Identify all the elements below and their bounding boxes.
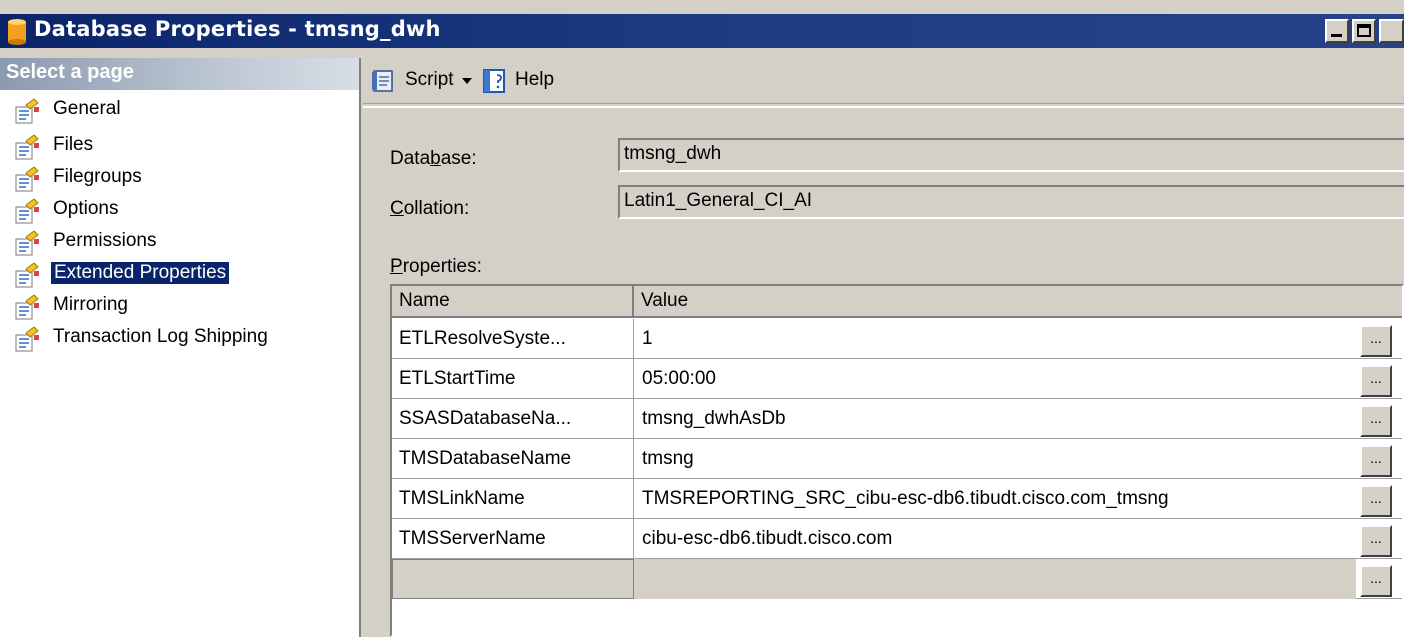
properties-page-icon [12,197,42,227]
maximize-button[interactable] [1352,19,1376,43]
properties-pane: Script Help Database: tmsng_dwh Collatio… [363,58,1404,637]
table-row[interactable]: TMSLinkName TMSREPORTING_SRC_cibu-esc-db6… [392,479,1402,519]
table-row[interactable]: TMSDatabaseName tmsng... [392,439,1402,479]
ellipsis-button[interactable]: ... [1360,565,1392,597]
table-row[interactable]: ETLResolveSyste... 1... [392,319,1402,359]
minimize-button[interactable] [1325,19,1349,43]
page-item-label: Mirroring [53,294,128,315]
ellipsis-button[interactable]: ... [1360,365,1392,397]
properties-page-icon [12,229,42,259]
ellipsis-button[interactable]: ... [1360,525,1392,557]
page-item-label: Files [53,134,94,155]
page-item-general[interactable]: General [0,94,359,128]
properties-page-icon [12,325,42,355]
database-field[interactable]: tmsng_dwh [618,138,1404,172]
grid-header: Name Value [392,286,1402,318]
extended-properties-grid: Name Value ETLResolveSyste... 1... ETLStar… [390,284,1404,637]
minimize-icon [1331,34,1342,37]
table-row[interactable]: TMSServerName cibu-esc-db6.tibudt.cisco.c… [392,519,1402,559]
page-item-label: Extended Properties [51,262,230,284]
page-item-filegroups[interactable]: Filegroups [0,162,359,196]
page-item-options[interactable]: Options [0,194,359,228]
collation-label: Collation: [390,198,470,219]
page-item-label: Filegroups [53,166,142,187]
help-button[interactable]: Help [481,64,591,98]
property-value-cell[interactable]: 05:00:00 [634,359,1356,399]
page-item-label: Options [53,198,119,219]
property-name-cell[interactable]: ETLStartTime [392,359,634,399]
column-header-value[interactable]: Value [634,286,1402,318]
page-item-label: Permissions [53,230,157,251]
properties-page-icon [12,165,42,195]
script-button[interactable]: Script [369,64,489,98]
chevron-down-icon[interactable] [462,78,472,86]
collation-field[interactable]: Latin1_General_CI_AI [618,185,1404,219]
property-name-cell[interactable]: TMSDatabaseName [392,439,634,479]
database-cylinder-icon [8,19,26,45]
select-page-pane: Select a page General Files Filegroups Opti… [0,58,361,637]
property-value-cell[interactable]: tmsng_dwhAsDb [634,399,1356,439]
title-bar[interactable]: Database Properties - tmsng_dwh [0,14,1404,48]
property-value-cell[interactable]: 1 [634,319,1356,359]
new-row[interactable]: ... [392,559,1402,599]
properties-label: Properties: [390,256,482,277]
help-book-icon [483,69,505,93]
page-item-mirroring[interactable]: Mirroring [0,290,359,324]
database-label: Database: [390,148,477,169]
property-name-cell[interactable]: ETLResolveSyste... [392,319,634,359]
toolbar-divider [363,106,1404,108]
ellipsis-button[interactable]: ... [1360,485,1392,517]
property-name-cell[interactable]: TMSServerName [392,519,634,559]
script-icon [372,70,393,92]
ellipsis-button[interactable]: ... [1360,405,1392,437]
new-row-name-cell[interactable] [392,559,634,599]
property-value-cell[interactable]: tmsng [634,439,1356,479]
select-page-header: Select a page [0,58,359,90]
ellipsis-button[interactable]: ... [1360,445,1392,477]
close-button[interactable] [1379,19,1404,43]
new-row-value-cell[interactable] [634,559,1356,599]
help-label: Help [515,69,555,90]
page-item-label: Transaction Log Shipping [53,326,268,347]
database-properties-window: Database Properties - tmsng_dwh Select a… [0,0,1404,637]
property-value-cell[interactable]: cibu-esc-db6.tibudt.cisco.com [634,519,1356,559]
properties-page-icon [12,97,42,127]
maximize-icon [1357,24,1371,37]
property-value-cell[interactable]: TMSREPORTING_SRC_cibu-esc-db6.tibudt.cis… [634,479,1356,519]
table-row[interactable]: ETLStartTime 05:00:00... [392,359,1402,399]
script-label: Script [405,69,454,90]
properties-page-icon [12,293,42,323]
property-name-cell[interactable]: TMSLinkName [392,479,634,519]
property-name-cell[interactable]: SSASDatabaseNa... [392,399,634,439]
page-item-permissions[interactable]: Permissions [0,226,359,260]
page-item-label: General [53,98,121,119]
toolbar: Script Help [363,58,1404,104]
window-title: Database Properties - tmsng_dwh [34,17,441,41]
page-item-extended-properties[interactable]: Extended Properties [0,258,359,292]
ellipsis-button[interactable]: ... [1360,325,1392,357]
table-row[interactable]: SSASDatabaseNa... tmsng_dwhAsDb... [392,399,1402,439]
properties-page-icon [12,261,42,291]
page-item-files[interactable]: Files [0,130,359,164]
select-page-label: Select a page [6,61,134,83]
column-header-name[interactable]: Name [392,286,634,318]
properties-page-icon [12,133,42,163]
page-item-transaction-log-shipping[interactable]: Transaction Log Shipping [0,322,359,356]
